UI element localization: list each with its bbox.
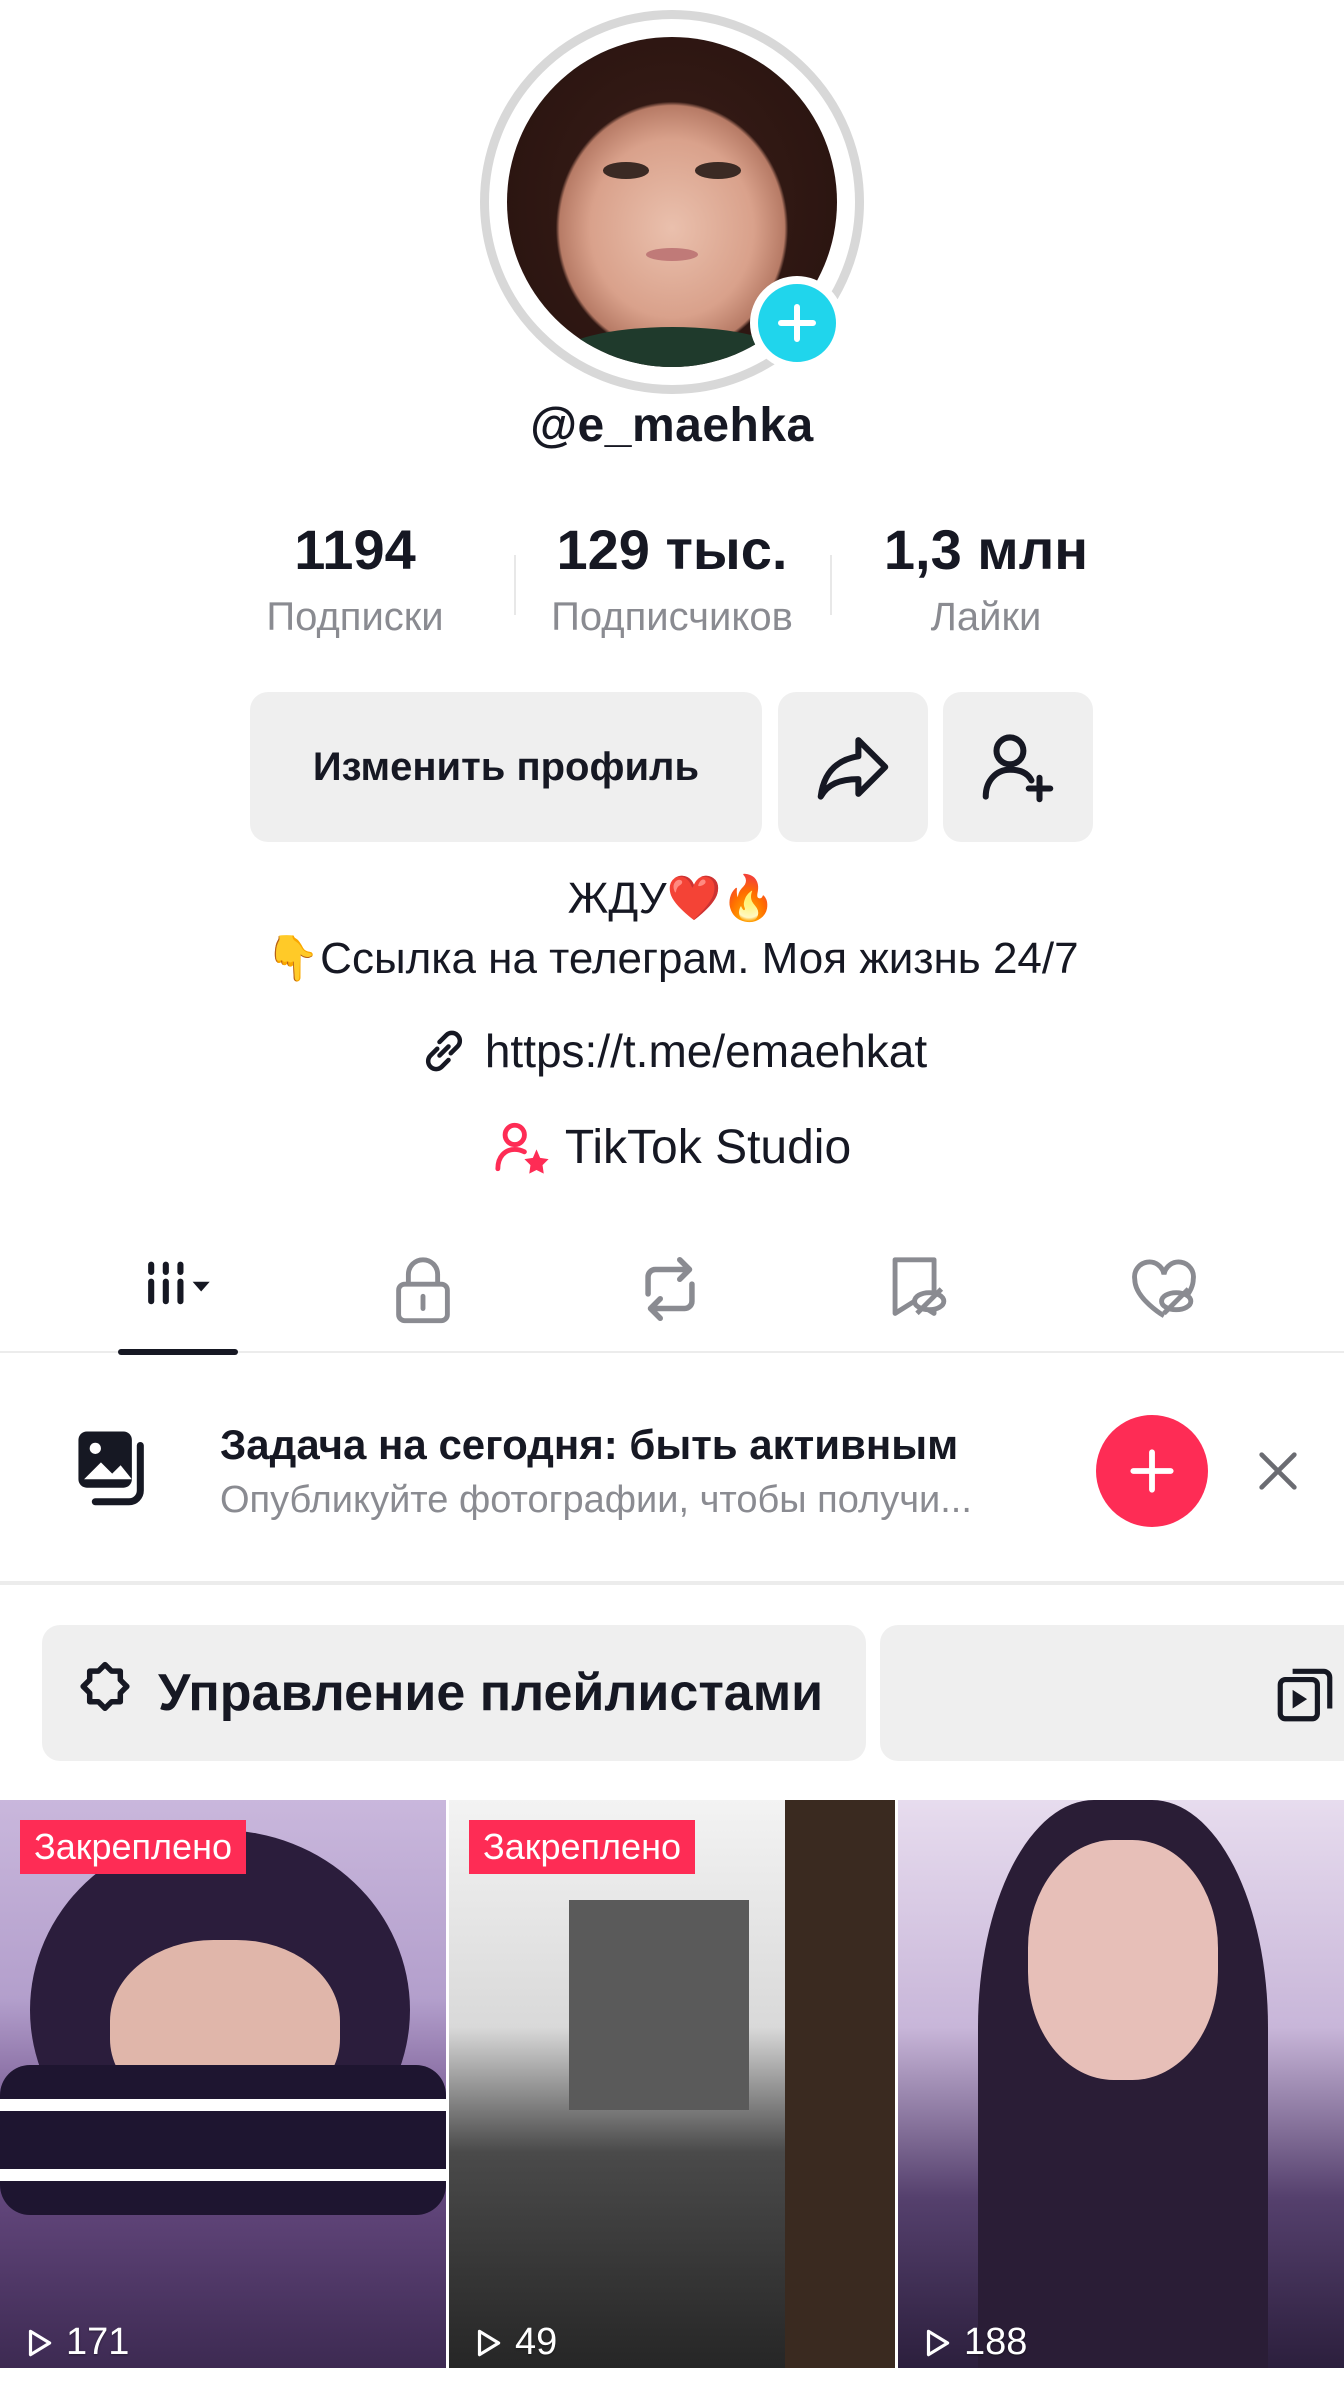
playlist-stack-icon [1277, 1668, 1333, 1722]
tab-liked[interactable] [1064, 1225, 1264, 1353]
pinned-badge: Закреплено [469, 1820, 695, 1874]
link-icon [425, 1030, 462, 1072]
video-thumbnail[interactable]: Закреплено 49 [449, 1800, 895, 2368]
video-thumbnail[interactable]: 188 [898, 1800, 1344, 2368]
thumbnail-fireplace [569, 1900, 749, 2110]
grid-dropdown-icon [148, 1261, 210, 1305]
edit-profile-button[interactable]: Изменить профиль [250, 692, 762, 842]
play-icon [477, 2329, 501, 2356]
avatar-lips [645, 248, 699, 262]
stat-value: 1194 [294, 518, 416, 581]
thumbnail-door [785, 1800, 895, 2368]
add-avatar-button[interactable] [750, 276, 844, 370]
share-arrow-icon [817, 737, 889, 800]
view-count-value: 171 [66, 2321, 130, 2363]
stat-likes[interactable]: 1,3 млн Лайки [826, 515, 1146, 640]
profile-stats: 1194 Подписки 129 тыс. Подписчиков 1,3 м… [0, 515, 1344, 655]
avatar-eye [602, 162, 649, 179]
studio-user-star-icon [495, 1122, 549, 1174]
profile-tabs [0, 1225, 1344, 1355]
tab-videos[interactable] [78, 1225, 278, 1355]
stat-value: 129 тыс. [556, 518, 788, 581]
tiktok-studio-link[interactable]: TikTok Studio [0, 1118, 1344, 1176]
pinned-badge: Закреплено [20, 1820, 246, 1874]
stat-label: Лайки [930, 595, 1042, 639]
stat-label: Подписки [266, 595, 444, 639]
view-count: 49 [471, 2321, 557, 2364]
heart-hidden-icon [1132, 1259, 1196, 1318]
tab-favorites[interactable] [817, 1225, 1017, 1353]
username: @e_maehka [530, 399, 814, 452]
thumbnail-striped-sleeve [0, 2065, 446, 2215]
bookmark-hidden-icon [892, 1257, 947, 1316]
bio-link[interactable]: https://t.me/emaehkat [0, 1024, 1344, 1078]
create-post-button[interactable] [1096, 1415, 1208, 1527]
repost-icon [645, 1257, 695, 1321]
thumbnail-face [1028, 1840, 1218, 2080]
stat-followers[interactable]: 129 тыс. Подписчиков [512, 515, 832, 640]
playlist-card[interactable] [880, 1625, 1344, 1761]
tab-private[interactable] [323, 1225, 523, 1353]
stat-label: Подписчиков [551, 595, 793, 639]
bio-line: ЖДУ❤️🔥 [567, 874, 777, 923]
manage-playlists-label: Управление плейлистами [158, 1664, 824, 1722]
bio-line: 👇Ссылка на телеграм. Моя жизнь 24/7 [265, 934, 1079, 983]
plus-icon [778, 304, 816, 342]
view-count-value: 49 [515, 2321, 558, 2363]
close-icon[interactable] [1250, 1443, 1306, 1499]
avatar-eye [695, 162, 742, 179]
bio-link-text: https://t.me/emaehkat [484, 1025, 928, 1077]
play-icon [926, 2329, 950, 2356]
plus-icon [1130, 1449, 1174, 1493]
studio-label: TikTok Studio [564, 1120, 852, 1174]
add-user-icon [982, 734, 1054, 803]
view-count: 171 [22, 2321, 129, 2364]
task-subtitle: Опубликуйте фотографии, чтобы получи... [220, 1479, 972, 1521]
tab-reposts[interactable] [570, 1225, 770, 1353]
stat-following[interactable]: 1194 Подписки [195, 515, 515, 640]
video-thumbnail[interactable]: Закреплено 171 [0, 1800, 446, 2368]
lock-icon [396, 1257, 450, 1324]
view-count-value: 188 [964, 2321, 1028, 2363]
add-friend-button[interactable] [943, 692, 1093, 842]
share-profile-button[interactable] [778, 692, 928, 842]
daily-task-banner[interactable]: Задача на сегодня: быть активным Опублик… [0, 1355, 1344, 1585]
photos-icon [78, 1431, 144, 1506]
manage-playlists-button[interactable]: Управление плейлистами [42, 1625, 866, 1761]
task-title: Задача на сегодня: быть активным [220, 1421, 959, 1468]
stat-value: 1,3 млн [883, 518, 1089, 581]
gear-icon [80, 1661, 130, 1712]
play-icon [28, 2329, 52, 2356]
view-count: 188 [920, 2321, 1027, 2364]
